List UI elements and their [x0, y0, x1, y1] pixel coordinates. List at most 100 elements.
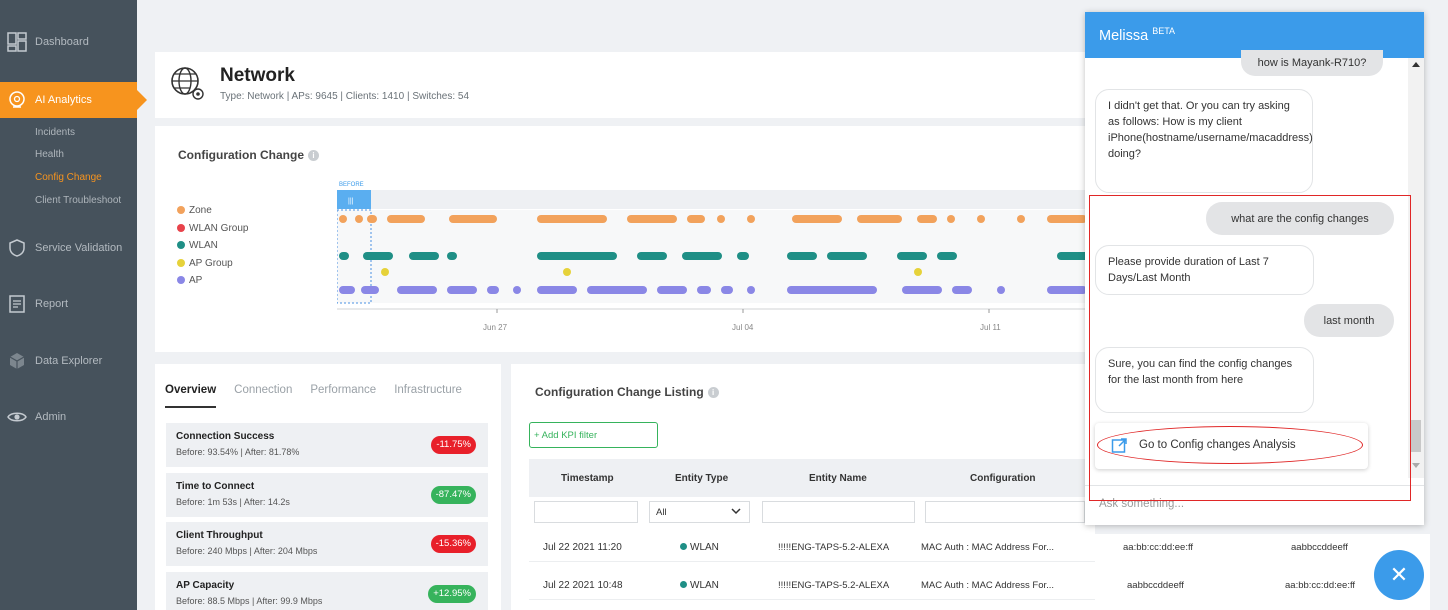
- legend-item-ap-group[interactable]: AP Group: [177, 255, 248, 273]
- beta-badge: BETA: [1152, 26, 1176, 36]
- timeline-event[interactable]: [339, 215, 347, 223]
- timeline-event[interactable]: [487, 286, 499, 294]
- timeline-event[interactable]: [361, 286, 379, 294]
- timeline-event[interactable]: [897, 252, 927, 260]
- legend-dot: [177, 241, 185, 250]
- tab-performance[interactable]: Performance: [310, 384, 376, 408]
- timeline-event[interactable]: [409, 252, 439, 260]
- timeline-event[interactable]: [381, 268, 389, 276]
- info-icon[interactable]: i: [308, 150, 319, 162]
- tab-connection[interactable]: Connection: [234, 384, 292, 408]
- kpi-time-to-connect[interactable]: Time to Connect Before: 1m 53s | After: …: [166, 473, 488, 517]
- timeline-event[interactable]: [902, 286, 942, 294]
- close-chat-button[interactable]: ✕: [1374, 550, 1424, 600]
- legend-item-zone[interactable]: Zone: [177, 202, 248, 220]
- user-message: how is Mayank-R710?: [1241, 50, 1383, 76]
- tab-overview[interactable]: Overview: [165, 384, 217, 408]
- sidebar-sub-config-change[interactable]: Config Change: [35, 172, 102, 183]
- wlan-dot: [680, 581, 687, 588]
- timeline-event[interactable]: [977, 215, 985, 223]
- timeline-event[interactable]: [1017, 215, 1025, 223]
- sidebar-item-ai-analytics[interactable]: AI Analytics: [0, 82, 147, 118]
- timeline-event[interactable]: [513, 286, 521, 294]
- scroll-down-arrow-icon[interactable]: [1412, 463, 1420, 468]
- timeline-event[interactable]: [447, 252, 457, 260]
- timeline-event[interactable]: [355, 215, 363, 223]
- column-header[interactable]: Configuration: [970, 473, 1036, 484]
- kpi-client-throughput[interactable]: Client Throughput Before: 240 Mbps | Aft…: [166, 522, 488, 566]
- legend-label: WLAN Group: [189, 222, 249, 234]
- add-kpi-filter-button[interactable]: + Add KPI filter: [529, 422, 658, 448]
- configuration-filter-input[interactable]: [925, 501, 1085, 523]
- timeline-event[interactable]: [637, 252, 667, 260]
- timeline-event[interactable]: [682, 252, 722, 260]
- timeline-event[interactable]: [537, 215, 607, 223]
- timeline-event[interactable]: [721, 286, 733, 294]
- kpi-connection-success[interactable]: Connection Success Before: 93.54% | Afte…: [166, 423, 488, 467]
- timeline-event[interactable]: [1047, 286, 1087, 294]
- column-header[interactable]: Timestamp: [561, 473, 614, 484]
- scroll-thumb[interactable]: [1411, 420, 1421, 452]
- tab-infrastructure[interactable]: Infrastructure: [394, 384, 462, 408]
- timeline-event[interactable]: [827, 252, 867, 260]
- timeline-event[interactable]: [747, 215, 755, 223]
- sidebar-item-dashboard[interactable]: Dashboard: [0, 24, 137, 60]
- timeline-event[interactable]: [447, 286, 477, 294]
- timeline-event[interactable]: [787, 252, 817, 260]
- timeline-event[interactable]: [339, 286, 355, 294]
- timeline-event[interactable]: [792, 215, 842, 223]
- entity-type-filter-select[interactable]: All: [649, 501, 750, 523]
- entity-name-filter-input[interactable]: [762, 501, 915, 523]
- timeline-event[interactable]: [339, 252, 349, 260]
- timeline-event[interactable]: [449, 215, 497, 223]
- sidebar-item-service-validation[interactable]: Service Validation: [0, 230, 137, 266]
- info-icon[interactable]: i: [707, 387, 719, 399]
- timestamp-filter-input[interactable]: [534, 501, 638, 523]
- config-timeline[interactable]: BEFORE ||| Jun 27 Jul 04 Jul 11: [337, 179, 1095, 349]
- timeline-event[interactable]: [363, 252, 393, 260]
- timeline-event[interactable]: [627, 215, 677, 223]
- sidebar-sub-health[interactable]: Health: [35, 149, 64, 160]
- timeline-event[interactable]: [697, 286, 711, 294]
- timeline-event[interactable]: [563, 268, 571, 276]
- sidebar-sub-incidents[interactable]: Incidents: [35, 127, 75, 138]
- timeline-event[interactable]: [587, 286, 647, 294]
- legend-item-wlan-group[interactable]: WLAN Group: [177, 220, 248, 238]
- timeline-event[interactable]: [537, 252, 617, 260]
- kpi-ap-capacity[interactable]: AP Capacity Before: 88.5 Mbps | After: 9…: [166, 572, 488, 610]
- timeline-event[interactable]: [1047, 215, 1087, 223]
- timeline-event[interactable]: [687, 215, 705, 223]
- timeline-event[interactable]: [367, 215, 377, 223]
- timeline-event[interactable]: [787, 286, 877, 294]
- column-header[interactable]: Entity Type: [675, 473, 728, 484]
- timeline-event[interactable]: [937, 252, 957, 260]
- legend-item-ap[interactable]: AP: [177, 272, 248, 290]
- timeline-event[interactable]: [397, 286, 437, 294]
- sidebar-item-data-explorer[interactable]: Data Explorer: [0, 343, 137, 379]
- timeline-event[interactable]: [857, 215, 902, 223]
- timeline-event[interactable]: [737, 252, 749, 260]
- timeline-event[interactable]: [747, 286, 755, 294]
- legend-item-wlan[interactable]: WLAN: [177, 237, 248, 255]
- timeline-event[interactable]: [717, 215, 725, 223]
- timeline-event[interactable]: [917, 215, 937, 223]
- timeline-event[interactable]: [997, 286, 1005, 294]
- before-handle[interactable]: [337, 190, 371, 209]
- dashboard-icon: [7, 32, 27, 52]
- timeline-event[interactable]: [914, 268, 922, 276]
- timeline-brush-track[interactable]: [337, 190, 1095, 209]
- timeline-event[interactable]: [947, 215, 955, 223]
- sidebar-item-report[interactable]: Report: [0, 286, 137, 322]
- column-header[interactable]: Entity Name: [809, 473, 867, 484]
- x-tick-jul04: Jul 04: [732, 323, 754, 332]
- timeline-event[interactable]: [387, 215, 425, 223]
- timeline-event[interactable]: [952, 286, 972, 294]
- table-row[interactable]: Jul 22 2021 10:48 WLAN !!!!!ENG-TAPS-5.2…: [529, 572, 1361, 600]
- table-row[interactable]: Jul 22 2021 11:20 WLAN !!!!!ENG-TAPS-5.2…: [529, 534, 1348, 562]
- sidebar-sub-client-troubleshoot[interactable]: Client Troubleshoot: [35, 195, 121, 206]
- highlight-ellipse: [1097, 426, 1363, 464]
- sidebar-item-admin[interactable]: Admin: [0, 399, 137, 435]
- timeline-event[interactable]: [537, 286, 577, 294]
- scroll-up-arrow-icon[interactable]: [1412, 62, 1420, 67]
- timeline-event[interactable]: [657, 286, 687, 294]
